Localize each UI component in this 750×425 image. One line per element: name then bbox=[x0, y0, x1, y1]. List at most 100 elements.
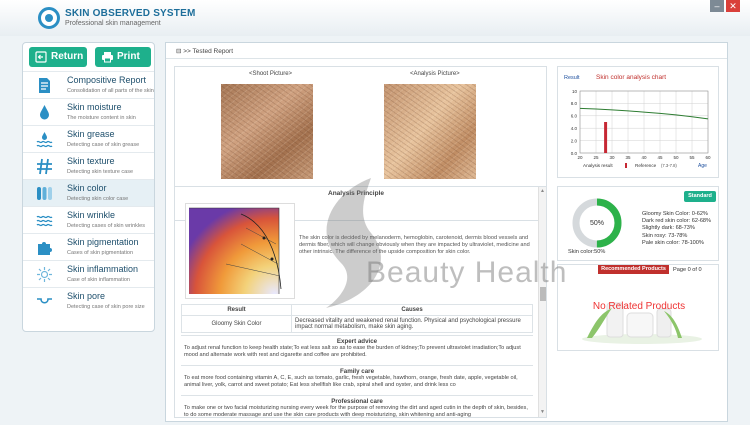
y-tick-label: 2.0 bbox=[571, 138, 578, 143]
sidebar-item-subtitle: Detecting case of skin pore size bbox=[67, 304, 145, 310]
shoot-picture-label: <Shoot Picture> bbox=[249, 71, 293, 77]
sidebar-item-skin-texture[interactable]: Skin texture Detecting skin texture case bbox=[23, 152, 154, 179]
sidebar-item-title: Skin pigmentation bbox=[67, 237, 139, 247]
app-logo-icon bbox=[38, 7, 60, 29]
legend-result-swatch bbox=[625, 163, 627, 168]
x-tick-label: 20 bbox=[577, 155, 583, 160]
inflammation-burst-icon bbox=[37, 267, 52, 282]
products-page-indicator: Page 0 of 0 bbox=[673, 267, 702, 273]
return-button[interactable]: Return bbox=[29, 47, 87, 67]
legend-result-label: Analysis result bbox=[583, 163, 613, 168]
close-button[interactable]: ✕ bbox=[726, 0, 740, 12]
color-bars-icon bbox=[37, 187, 52, 200]
sidebar-item-skin-inflammation[interactable]: Skin inflammation Case of skin inflammat… bbox=[23, 260, 154, 287]
sidebar: Return Print Compositive Report Consolid… bbox=[22, 42, 155, 332]
legend-reference-range: (7.3-7.8) bbox=[661, 163, 677, 168]
sidebar-item-subtitle: Consolidation of all parts of the skin bbox=[67, 88, 154, 94]
donut-caption: Skin color:50% bbox=[568, 249, 606, 255]
result-value: Gloomy Skin Color bbox=[181, 315, 292, 333]
range-item: Gloomy Skin Color: 0-62% bbox=[642, 211, 708, 217]
sidebar-item-skin-pore[interactable]: Skin pore Detecting case of skin pore si… bbox=[23, 287, 154, 314]
analysis-result-bar bbox=[604, 122, 608, 153]
donut-percent: 50% bbox=[590, 220, 604, 227]
standard-badge: Standard bbox=[684, 191, 716, 202]
professional-care-title: Professional care bbox=[181, 395, 533, 405]
x-tick-label: 25 bbox=[593, 155, 599, 160]
x-tick-label: 40 bbox=[641, 155, 647, 160]
sidebar-item-skin-pigmentation[interactable]: Skin pigmentation Cases of skin pigmenta… bbox=[23, 233, 154, 260]
range-item: Pale skin color: 78-100% bbox=[642, 239, 704, 246]
return-label: Return bbox=[51, 51, 84, 62]
sidebar-item-skin-grease[interactable]: Skin grease Detecting case of skin greas… bbox=[23, 125, 154, 152]
skin-color-donut: 50% bbox=[572, 198, 622, 248]
sidebar-item-subtitle: Cases of skin pigmentation bbox=[67, 250, 134, 256]
sidebar-item-title: Skin color bbox=[67, 183, 107, 193]
sidebar-item-skin-color[interactable]: Skin color Detecting skin color case bbox=[23, 179, 154, 206]
sidebar-item-title: Skin grease bbox=[67, 129, 115, 139]
print-button[interactable]: Print bbox=[95, 47, 151, 67]
sidebar-item-subtitle: Detecting skin color case bbox=[67, 196, 129, 202]
range-item: Skin rosy: 73-78% bbox=[642, 232, 688, 239]
result-header: Result bbox=[181, 304, 292, 316]
family-care-title: Family care bbox=[181, 365, 533, 375]
document-icon bbox=[39, 78, 50, 93]
printer-icon bbox=[102, 52, 113, 63]
x-tick-label: 35 bbox=[625, 155, 631, 160]
app-subtitle: Professional skin management bbox=[65, 20, 161, 27]
watermark-text: Beauty Health bbox=[366, 256, 568, 289]
no-products-message: No Related Products bbox=[592, 301, 686, 312]
x-tick-label: 50 bbox=[673, 155, 679, 160]
return-arrow-icon bbox=[35, 51, 47, 63]
y-axis-label: Result bbox=[564, 75, 580, 81]
analysis-picture bbox=[384, 84, 476, 179]
x-axis-label: Age bbox=[698, 163, 707, 169]
y-tick-label: 8.0 bbox=[571, 101, 578, 106]
expert-advice-title: Expert advice bbox=[181, 335, 533, 345]
product-placeholder-image bbox=[582, 302, 702, 344]
recommended-products-panel: Recommended Products Page 0 of 0 No Rela… bbox=[557, 264, 719, 351]
legend-reference-label: Reference bbox=[635, 163, 657, 168]
title-bar: SKIN OBSERVED SYSTEM Professional skin m… bbox=[0, 0, 750, 36]
texture-hash-icon bbox=[37, 158, 52, 175]
sidebar-item-compositive-report[interactable]: Compositive Report Consolidation of all … bbox=[23, 71, 154, 98]
sidebar-item-title: Skin inflammation bbox=[67, 264, 139, 274]
minimize-button[interactable]: – bbox=[710, 0, 724, 12]
sidebar-item-subtitle: Detecting skin texture case bbox=[67, 169, 134, 175]
x-tick-label: 30 bbox=[609, 155, 615, 160]
range-item: Slightly dark: 68-73% bbox=[642, 225, 695, 232]
watermark-logo-icon bbox=[326, 178, 381, 308]
professional-care-text: To make one or two facial moisturizing n… bbox=[184, 405, 528, 418]
sidebar-item-subtitle: Detecting cases of skin wrinkles bbox=[67, 223, 145, 229]
sidebar-item-subtitle: The moisture content in skin bbox=[67, 115, 136, 121]
print-label: Print bbox=[117, 51, 140, 62]
y-tick-label: 0.0 bbox=[571, 151, 578, 156]
expert-advice-text: To adjust renal function to keep health … bbox=[184, 345, 521, 358]
water-drop-icon bbox=[40, 105, 49, 120]
sidebar-item-title: Skin texture bbox=[67, 156, 115, 166]
sidebar-item-title: Skin moisture bbox=[67, 102, 122, 112]
family-care-text: To eat more food containing vitamin A, C… bbox=[184, 375, 518, 388]
sidebar-item-skin-wrinkle[interactable]: Skin wrinkle Detecting cases of skin wri… bbox=[23, 206, 154, 233]
skin-color-chart: Skin color analysis chart Result 0.0 2.0 4.0… bbox=[557, 66, 719, 178]
chart-title: Skin color analysis chart bbox=[596, 74, 666, 81]
shoot-picture bbox=[221, 84, 313, 179]
analysis-scrollbar[interactable]: ▲ ▼ bbox=[538, 187, 546, 417]
recommended-products-header: Recommended Products bbox=[598, 265, 669, 274]
range-item: Dark red skin color: 62-68% bbox=[642, 218, 712, 225]
sidebar-item-subtitle: Case of skin inflammation bbox=[67, 277, 130, 283]
scroll-up-icon[interactable]: ▲ bbox=[540, 188, 545, 194]
causes-value: Decreased vitality and weakened renal fu… bbox=[291, 315, 533, 333]
y-tick-label: 10 bbox=[572, 89, 578, 94]
sidebar-item-title: Skin wrinkle bbox=[67, 210, 116, 220]
standard-panel: Standard 50% Skin color:50% Gloomy Skin … bbox=[557, 186, 719, 261]
x-tick-label: 60 bbox=[705, 155, 711, 160]
analysis-picture-label: <Analysis Picture> bbox=[410, 71, 460, 77]
pigment-puzzle-icon bbox=[38, 242, 52, 255]
sidebar-item-subtitle: Detecting case of skin grease bbox=[67, 142, 140, 148]
standard-ranges: Gloomy Skin Color: 0-62% Dark red skin c… bbox=[642, 211, 711, 247]
scroll-down-icon[interactable]: ▼ bbox=[540, 409, 545, 415]
sidebar-item-skin-moisture[interactable]: Skin moisture The moisture content in sk… bbox=[23, 98, 154, 125]
report-panel: ⊟ >> Tested Report <Shoot Picture> <Anal… bbox=[165, 42, 728, 422]
breadcrumb-arrow-icon: ⊟ >> bbox=[176, 48, 193, 55]
breadcrumb: ⊟ >> Tested Report bbox=[176, 47, 233, 55]
